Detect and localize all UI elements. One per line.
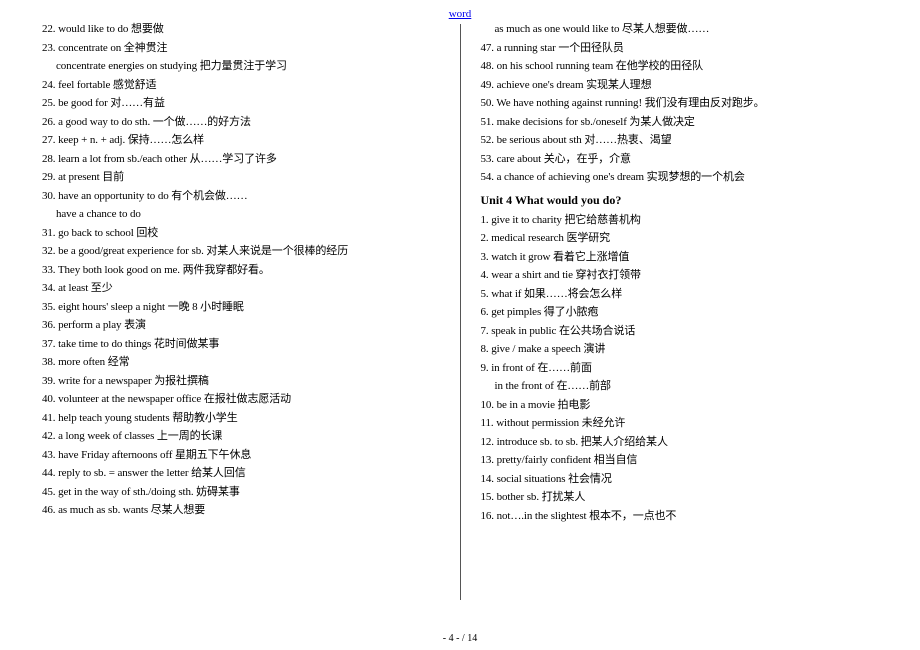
entry: 32. be a good/great experience for sb. 对… (42, 246, 450, 257)
entry: 26. a good way to do sth. 一个做……的好方法 (42, 117, 450, 128)
entry-sub: concentrate energies on studying 把力量贯注于学… (42, 61, 450, 72)
entry: 48. on his school running team 在他学校的田径队 (481, 61, 889, 72)
entry-sub: in the front of 在……前部 (481, 381, 889, 392)
entry: 10. be in a movie 拍电影 (481, 400, 889, 411)
entry: 30. have an opportunity to do 有个机会做…… (42, 191, 450, 202)
entry: 50. We have nothing against running! 我们没… (481, 98, 889, 109)
entry: 2. medical research 医学研究 (481, 233, 889, 244)
entry: 22. would like to do 想要做 (42, 24, 450, 35)
entry: 49. achieve one's dream 实现某人理想 (481, 80, 889, 91)
entry: 25. be good for 对……有益 (42, 98, 450, 109)
entry: 24. feel fortable 感觉舒适 (42, 80, 450, 91)
entry: 6. get pimples 得了小脓疱 (481, 307, 889, 318)
entry: 54. a chance of achieving one's dream 实现… (481, 172, 889, 183)
entry: 8. give / make a speech 演讲 (481, 344, 889, 355)
entry: 36. perform a play 表演 (42, 320, 450, 331)
entry: 37. take time to do things 花时间做某事 (42, 339, 450, 350)
entry: 11. without permission 未经允许 (481, 418, 889, 429)
entry-sub: have a chance to do (42, 209, 450, 220)
entry: 28. learn a lot from sb./each other 从……学… (42, 154, 450, 165)
entry: 47. a running star 一个田径队员 (481, 43, 889, 54)
entry: 34. at least 至少 (42, 283, 450, 294)
entry: 13. pretty/fairly confident 相当自信 (481, 455, 889, 466)
entry: 46. as much as sb. wants 尽某人想要 (42, 505, 450, 516)
unit-title: Unit 4 What would you do? (481, 193, 889, 208)
entry: 4. wear a shirt and tie 穿衬衣打领带 (481, 270, 889, 281)
entry: 42. a long week of classes 上一周的长课 (42, 431, 450, 442)
entry: 14. social situations 社会情况 (481, 474, 889, 485)
entry: 44. reply to sb. = answer the letter 给某人… (42, 468, 450, 479)
entry: 39. write for a newspaper 为报社撰稿 (42, 376, 450, 387)
entry-sub: as much as one would like to 尽某人想要做…… (481, 24, 889, 35)
entry: 23. concentrate on 全神贯注 (42, 43, 450, 54)
entry: 5. what if 如果……将会怎么样 (481, 289, 889, 300)
entry: 16. not….in the slightest 根本不，一点也不 (481, 511, 889, 522)
entry: 3. watch it grow 看着它上涨增值 (481, 252, 889, 263)
entry: 15. bother sb. 打扰某人 (481, 492, 889, 503)
entry: 40. volunteer at the newspaper office 在报… (42, 394, 450, 405)
entry: 9. in front of 在……前面 (481, 363, 889, 374)
entry: 35. eight hours' sleep a night 一晚 8 小时睡眠 (42, 302, 450, 313)
page-number: - 4 - / 14 (443, 633, 477, 644)
entry: 33. They both look good on me. 两件我穿都好看。 (42, 265, 450, 276)
entry: 53. care about 关心，在乎，介意 (481, 154, 889, 165)
header-link[interactable]: word (449, 8, 472, 20)
content-area: 22. would like to do 想要做 23. concentrate… (0, 0, 920, 620)
left-column: 22. would like to do 想要做 23. concentrate… (42, 24, 460, 600)
entry: 12. introduce sb. to sb. 把某人介绍给某人 (481, 437, 889, 448)
entry: 31. go back to school 回校 (42, 228, 450, 239)
entry: 45. get in the way of sth./doing sth. 妨碍… (42, 487, 450, 498)
entry: 27. keep + n. + adj. 保持……怎么样 (42, 135, 450, 146)
entry: 43. have Friday afternoons off 星期五下午休息 (42, 450, 450, 461)
entry: 41. help teach young students 帮助教小学生 (42, 413, 450, 424)
entry: 7. speak in public 在公共场合说话 (481, 326, 889, 337)
right-column: as much as one would like to 尽某人想要做…… 47… (461, 24, 889, 600)
entry: 38. more often 经常 (42, 357, 450, 368)
entry: 52. be serious about sth 对……热衷、渴望 (481, 135, 889, 146)
entry: 1. give it to charity 把它给慈善机构 (481, 215, 889, 226)
entry: 29. at present 目前 (42, 172, 450, 183)
entry: 51. make decisions for sb./oneself 为某人做决… (481, 117, 889, 128)
